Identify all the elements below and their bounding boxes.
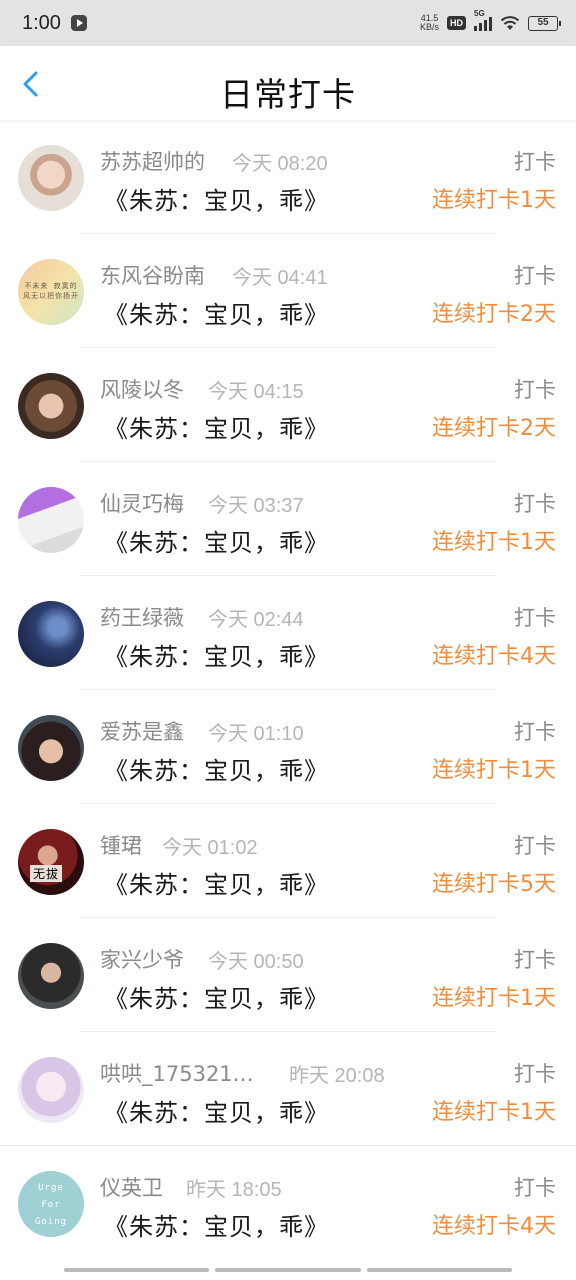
book-title[interactable]: 《朱苏：宝贝，乖》 [104,1207,329,1242]
network-type: 5G [474,9,485,18]
user-name[interactable]: 哄哄_175321… [100,1058,254,1088]
avatar[interactable]: Urge For Going [18,1171,84,1237]
book-title[interactable]: 《朱苏：宝贝，乖》 [104,751,329,786]
checkin-time: 昨天 20:08 [289,1065,385,1087]
user-name[interactable]: 药王绿薇 [100,602,184,632]
checkin-label: 打卡 [514,1062,556,1086]
checkin-time: 今天 04:15 [208,381,304,403]
streak-count: 连续打卡1天 [432,758,556,783]
streak-count: 连续打卡5天 [432,872,556,897]
battery-icon: 55 [528,15,561,31]
checkin-list: 苏苏超帅的 今天 08:20 《朱苏：宝贝，乖》 打卡 连续打卡1天 不未来 寂… [0,120,576,1260]
avatar-text: For [41,1200,61,1210]
avatar[interactable] [18,943,84,1009]
streak-count: 连续打卡1天 [432,188,556,213]
checkin-label: 打卡 [514,720,556,744]
book-title[interactable]: 《朱苏：宝贝，乖》 [104,295,329,330]
avatar[interactable]: 无拔 [18,829,84,895]
streak-count: 连续打卡1天 [432,530,556,555]
wifi-icon [500,16,520,30]
checkin-label: 打卡 [514,606,556,630]
checkin-row[interactable]: Urge For Going 仪英卫 昨天 18:05 《朱苏：宝贝，乖》 打卡… [0,1146,576,1260]
user-name[interactable]: 家兴少爷 [100,944,184,974]
checkin-time: 今天 08:20 [232,153,328,175]
streak-count: 连续打卡4天 [432,644,556,669]
user-name[interactable]: 爱苏是鑫 [100,716,184,746]
screen-record-icon [70,15,87,31]
checkin-label: 打卡 [514,378,556,402]
checkin-label: 打卡 [514,1176,556,1200]
hd-badge: HD [447,16,466,30]
avatar-text: 不未来 寂寞的 风无以把你扬开 [23,282,79,300]
avatar[interactable] [18,373,84,439]
avatar[interactable] [18,715,84,781]
streak-count: 连续打卡2天 [432,302,556,327]
avatar[interactable] [18,1057,84,1123]
network-speed-unit: KB/s [419,22,439,32]
checkin-row[interactable]: 不未来 寂寞的 风无以把你扬开 东风谷盼南 今天 04:41 《朱苏：宝贝，乖》… [0,234,576,348]
user-name[interactable]: 仪英卫 [100,1172,163,1202]
page-header: 日常打卡 [0,46,576,120]
status-indicators: 41.5 KB/s HD 5G 55 [420,9,561,32]
checkin-time: 今天 00:50 [208,951,304,973]
checkin-time: 今天 01:02 [162,837,258,859]
streak-count: 连续打卡1天 [432,986,556,1011]
avatar-text: 无拔 [30,865,63,882]
book-title[interactable]: 《朱苏：宝贝，乖》 [104,181,329,216]
checkin-row[interactable]: 药王绿薇 今天 02:44 《朱苏：宝贝，乖》 打卡 连续打卡4天 [0,576,576,690]
checkin-row[interactable]: 爱苏是鑫 今天 01:10 《朱苏：宝贝，乖》 打卡 连续打卡1天 [0,690,576,804]
book-title[interactable]: 《朱苏：宝贝，乖》 [104,865,329,900]
avatar[interactable] [18,145,84,211]
book-title[interactable]: 《朱苏：宝贝，乖》 [104,979,329,1014]
user-name[interactable]: 锺珺 [100,830,142,860]
user-name[interactable]: 苏苏超帅的 [100,146,205,176]
avatar-text: Going [34,1217,68,1227]
checkin-row[interactable]: 苏苏超帅的 今天 08:20 《朱苏：宝贝，乖》 打卡 连续打卡1天 [0,120,576,234]
avatar[interactable]: 不未来 寂寞的 风无以把你扬开 [18,259,84,325]
streak-count: 连续打卡4天 [432,1214,556,1239]
avatar[interactable] [18,601,84,667]
avatar-text: Urge [38,1183,64,1193]
user-name[interactable]: 东风谷盼南 [100,260,205,290]
streak-count: 连续打卡1天 [432,1100,556,1125]
checkin-label: 打卡 [514,150,556,174]
user-name[interactable]: 风陵以冬 [100,374,184,404]
home-indicator [64,1268,512,1272]
checkin-label: 打卡 [514,834,556,858]
signal-icon: 5G [474,9,492,31]
checkin-row[interactable]: 家兴少爷 今天 00:50 《朱苏：宝贝，乖》 打卡 连续打卡1天 [0,918,576,1032]
checkin-label: 打卡 [514,492,556,516]
avatar[interactable] [18,487,84,553]
checkin-time: 今天 01:10 [208,723,304,745]
checkin-time: 昨天 18:05 [186,1179,282,1201]
checkin-row[interactable]: 无拔 锺珺 今天 01:02 《朱苏：宝贝，乖》 打卡 连续打卡5天 [0,804,576,918]
checkin-label: 打卡 [514,264,556,288]
checkin-row[interactable]: 哄哄_175321… 昨天 20:08 《朱苏：宝贝，乖》 打卡 连续打卡1天 [0,1032,576,1146]
checkin-time: 今天 04:41 [232,267,328,289]
book-title[interactable]: 《朱苏：宝贝，乖》 [104,637,329,672]
page-title: 日常打卡 [220,75,356,114]
book-title[interactable]: 《朱苏：宝贝，乖》 [104,409,329,444]
status-bar: 1:00 41.5 KB/s HD 5G 55 [0,0,576,46]
status-time: 1:00 [22,11,61,34]
checkin-label: 打卡 [514,948,556,972]
streak-count: 连续打卡2天 [432,416,556,441]
checkin-row[interactable]: 风陵以冬 今天 04:15 《朱苏：宝贝，乖》 打卡 连续打卡2天 [0,348,576,462]
user-name[interactable]: 仙灵巧梅 [100,488,184,518]
book-title[interactable]: 《朱苏：宝贝，乖》 [104,1093,329,1128]
checkin-time: 今天 02:44 [208,609,304,631]
network-speed: 41.5 KB/s [420,14,439,32]
checkin-time: 今天 03:37 [208,495,304,517]
checkin-row[interactable]: 仙灵巧梅 今天 03:37 《朱苏：宝贝，乖》 打卡 连续打卡1天 [0,462,576,576]
book-title[interactable]: 《朱苏：宝贝，乖》 [104,523,329,558]
